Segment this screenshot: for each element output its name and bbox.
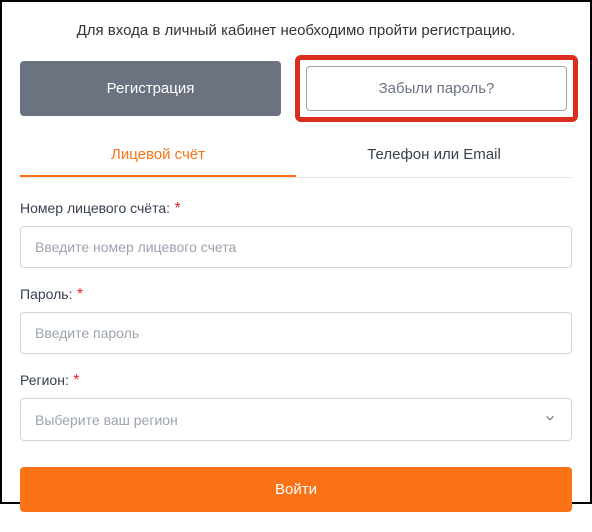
account-label: Номер лицевого счёта:: [20, 200, 170, 216]
forgot-password-button[interactable]: Забыли пароль?: [306, 66, 567, 111]
region-label: Регион:: [20, 372, 69, 388]
required-mark: *: [77, 286, 83, 303]
action-buttons: Регистрация Забыли пароль?: [20, 61, 572, 116]
password-field-group: Пароль: *: [20, 286, 572, 354]
submit-button[interactable]: Войти: [20, 467, 572, 512]
password-input[interactable]: [20, 312, 572, 354]
region-select[interactable]: Выберите ваш регион: [20, 398, 572, 441]
intro-text: Для входа в личный кабинет необходимо пр…: [20, 22, 572, 39]
chevron-down-icon: [543, 411, 557, 428]
required-mark: *: [174, 200, 180, 217]
password-label: Пароль:: [20, 286, 72, 302]
login-tabs: Лицевой счёт Телефон или Email: [20, 134, 572, 178]
tab-phone-email[interactable]: Телефон или Email: [296, 134, 572, 177]
account-input[interactable]: [20, 226, 572, 268]
register-button[interactable]: Регистрация: [20, 61, 281, 116]
tab-account[interactable]: Лицевой счёт: [20, 134, 296, 177]
region-field-group: Регион: * Выберите ваш регион: [20, 372, 572, 441]
account-field-group: Номер лицевого счёта: *: [20, 200, 572, 268]
forgot-highlight: Забыли пароль?: [295, 55, 578, 122]
required-mark: *: [73, 372, 79, 389]
region-placeholder: Выберите ваш регион: [35, 412, 178, 428]
